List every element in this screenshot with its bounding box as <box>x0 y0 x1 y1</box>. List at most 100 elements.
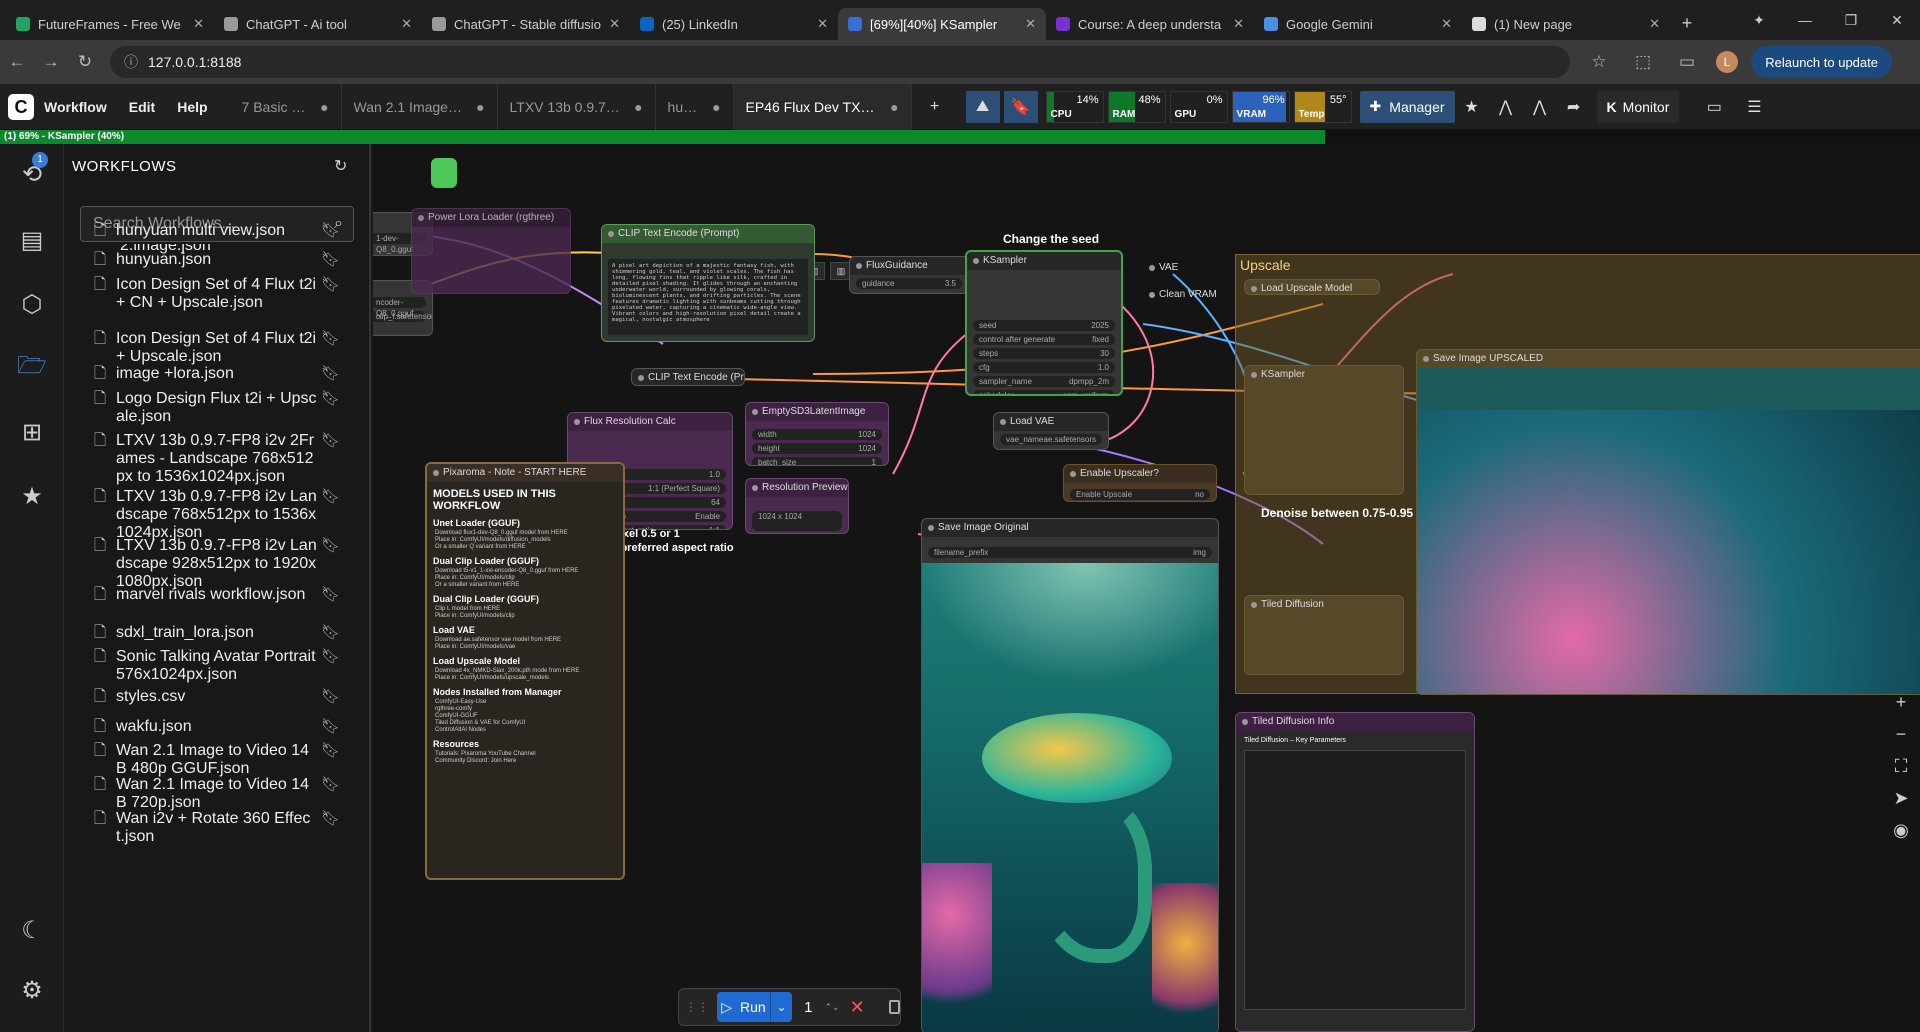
bookmark-icon[interactable]: 🔖︎ <box>318 776 340 812</box>
stepper-icon[interactable]: ⌃⌄ <box>824 1002 839 1013</box>
relaunch-button[interactable]: Relaunch to update <box>1751 46 1892 78</box>
minimize-icon[interactable]: — <box>1782 12 1828 28</box>
clip-text-encode-node[interactable]: CLIP Text Encode (Prompt) A pixel art de… <box>601 224 815 342</box>
node-library-icon[interactable]: ▤ <box>14 222 50 258</box>
fit-view-icon[interactable]: ⛶ <box>1885 750 1917 782</box>
node-canvas[interactable]: ▥▥▥▥▥▥▥▥▥▥ 1-dev-Q8_0.gguf ncoder-Q8_0.g… <box>373 144 1920 1032</box>
browser-tab[interactable]: ChatGPT - Stable diffusio ✕ <box>422 8 630 40</box>
pixaroma-note-node[interactable]: Pixaroma - Note - START HERE MODELS USED… <box>425 462 625 880</box>
forward-icon[interactable]: → <box>34 52 68 72</box>
node-widget[interactable]: seed 2025 <box>973 320 1115 331</box>
hf-icon[interactable]: ⋀ <box>1489 91 1523 123</box>
unsaved-dot-icon[interactable]: ● <box>890 99 898 115</box>
cancel-icon[interactable]: ✕ <box>850 997 865 1018</box>
tab-close-icon[interactable]: ✕ <box>1441 16 1452 32</box>
workflows-folder-icon[interactable]: 🗁 <box>14 350 50 386</box>
bookmark-icon[interactable]: 🔖︎ <box>318 330 340 366</box>
empty-latent-node[interactable]: EmptySD3LatentImage width 1024 height 1024 ba… <box>745 402 889 466</box>
node-widget[interactable]: batch_size 1 <box>752 457 882 465</box>
gemini-icon[interactable]: ✦ <box>1736 12 1782 29</box>
bookmark-icon[interactable]: 🔖︎ <box>318 432 340 486</box>
browser-tab[interactable]: Course: A deep understa ✕ <box>1046 8 1254 40</box>
batch-count-input[interactable]: 1 ⌃⌄ <box>804 992 839 1022</box>
flux-guidance-node[interactable]: FluxGuidance guidance 3.5 <box>849 256 969 294</box>
bookmark-icon[interactable]: 🔖 <box>1003 90 1038 123</box>
favorites-star-icon[interactable]: ★ <box>14 478 50 514</box>
unsaved-dot-icon[interactable]: ● <box>476 99 484 115</box>
tab-close-icon[interactable]: ✕ <box>1649 16 1660 32</box>
menu-help[interactable]: Help <box>177 99 207 115</box>
tab-close-icon[interactable]: ✕ <box>193 16 204 32</box>
enable-upscaler-node[interactable]: Enable Upscaler? Enable Upscale no <box>1063 464 1217 502</box>
workflow-list-item[interactable]: 🗋 LTXV 13b 0.9.7-FP8 i2v 2Frames - Landsc… <box>94 432 364 486</box>
workflow-tab[interactable]: LTXV 13b 0.9.7-FP8 i... ● <box>498 83 656 130</box>
node-widget[interactable]: width 1024 <box>752 429 882 440</box>
workflow-list-item[interactable]: 🗋 wakfu.json 🔖︎ <box>94 718 364 736</box>
bookmark-star-icon[interactable]: ☆ <box>1582 52 1616 72</box>
resolution-preview-node[interactable]: Resolution Preview 1024 x 1024 <box>745 478 849 534</box>
vae-decode-node[interactable]: VAE Decode <box>1143 259 1207 273</box>
workflow-tab[interactable]: 7 Basic SDXL TX... ● <box>230 83 342 130</box>
unsaved-dot-icon[interactable]: ● <box>712 99 720 115</box>
theme-moon-icon[interactable]: ☾ <box>14 912 50 948</box>
hamburger-icon[interactable]: ☰ <box>1737 91 1771 123</box>
run-mode-dropdown[interactable]: ⌄ <box>769 992 793 1022</box>
refresh-icon[interactable]: ↻ <box>334 156 347 176</box>
tiled-info-node[interactable]: Tiled Diffusion Info Tiled Diffusion – K… <box>1235 712 1475 1032</box>
run-button[interactable]: ▷ Run <box>717 992 770 1022</box>
workflow-tab[interactable]: hunyuan ● <box>656 83 734 130</box>
workflow-list-item[interactable]: 🗋 hunyuan multi view.json 🔖︎ <box>94 222 364 240</box>
menu-workflow[interactable]: Workflow <box>44 99 107 115</box>
clean-vram-node[interactable]: Clean VRAM Used <box>1143 286 1229 300</box>
fish-output-image[interactable] <box>922 563 1218 1032</box>
star-icon[interactable]: ★ <box>1455 91 1489 123</box>
save-upscaled-node[interactable]: Save Image UPSCALED <box>1416 349 1920 695</box>
new-tab-button[interactable]: + <box>1670 13 1704 34</box>
tab-close-icon[interactable]: ✕ <box>401 16 412 32</box>
workflow-list-item[interactable]: 🗋 Wan i2v + Rotate 360 Effect.json 🔖︎ <box>94 810 364 846</box>
settings-gear-icon[interactable]: ⚙ <box>14 972 50 1008</box>
workflow-tab[interactable]: EP46 Flux Dev TXT2I... ● <box>733 83 912 130</box>
load-vae-node[interactable]: Load VAE vae_name ae.safetensors <box>993 412 1109 450</box>
site-info-icon[interactable]: ⓘ <box>124 52 138 72</box>
share-icon[interactable]: ➦ <box>1557 91 1591 123</box>
url-field[interactable]: ⓘ 127.0.0.1:8188 <box>110 46 1570 78</box>
bookmark-icon[interactable]: 🔖︎ <box>318 251 340 269</box>
reload-icon[interactable]: ↻ <box>68 52 102 72</box>
bookmark-icon[interactable]: 🔖︎ <box>318 276 340 312</box>
browser-tab[interactable]: FutureFrames - Free We ✕ <box>6 8 214 40</box>
workflow-list-item[interactable]: 🗋 LTXV 13b 0.9.7-FP8 i2v Landscape 768x51… <box>94 488 364 542</box>
tab-close-icon[interactable]: ✕ <box>609 16 620 32</box>
manager-button[interactable]: ✚ Manager <box>1359 90 1455 123</box>
workflow-list-item[interactable]: 🗋 image +lora.json 🔖︎ <box>94 365 364 383</box>
bookmark-icon[interactable]: 🔖︎ <box>318 742 340 778</box>
upscale-group[interactable]: Upscale Load Upscale Model KSampler Tile… <box>1235 254 1920 695</box>
workflow-list-item[interactable]: 🗋 Icon Design Set of 4 Flux t2i + Upscale… <box>94 330 364 366</box>
workflow-list-item[interactable]: 🗋 Icon Design Set of 4 Flux t2i + CN + Up… <box>94 276 364 312</box>
browser-tab[interactable]: ChatGPT - Ai tool ✕ <box>214 8 422 40</box>
workflow-tab[interactable]: Wan 2.1 Image to Vid... ● <box>342 83 498 130</box>
workflow-list-item[interactable]: 🗋 marvel rivals workflow.json 🔖︎ <box>94 586 364 604</box>
node-widget[interactable]: height 1024 <box>752 443 882 454</box>
visibility-icon[interactable]: ◉ <box>1885 814 1917 846</box>
bookmark-icon[interactable]: 🔖︎ <box>318 537 340 591</box>
browser-tab[interactable]: Google Gemini ✕ <box>1254 8 1462 40</box>
load-upscale-node[interactable]: Load Upscale Model <box>1244 279 1380 295</box>
workflow-list-item[interactable]: 🗋 Wan 2.1 Image to Video 14B 480p GGUF.js… <box>94 742 364 778</box>
menu-edit[interactable]: Edit <box>129 99 155 115</box>
node-widget[interactable]: sampler_name dpmpp_2m <box>973 376 1115 387</box>
bookmark-icon[interactable]: 🔖︎ <box>318 810 340 846</box>
tab-close-icon[interactable]: ✕ <box>1025 16 1036 32</box>
workflow-list-item[interactable]: 🗋 Sonic Talking Avatar Portrait 576x1024p… <box>94 648 364 684</box>
tab-close-icon[interactable]: ✕ <box>1233 16 1244 32</box>
unsaved-dot-icon[interactable]: ● <box>320 99 328 115</box>
tiled-diffusion-node[interactable]: Tiled Diffusion <box>1244 595 1404 675</box>
restore-icon[interactable]: ❐ <box>1828 12 1874 29</box>
back-icon[interactable]: ← <box>0 52 34 72</box>
browser-tab[interactable]: [69%][40%] KSampler ✕ <box>838 8 1046 40</box>
bookmark-icon[interactable]: 🔖︎ <box>318 648 340 684</box>
bookmark-icon[interactable]: 🔖︎ <box>318 624 340 642</box>
extensions-icon[interactable]: ⬚ <box>1626 52 1660 72</box>
stop-icon[interactable] <box>888 1000 900 1014</box>
workflow-list-item[interactable]: 🗋 hunyuan.json 🔖︎ <box>94 251 364 269</box>
